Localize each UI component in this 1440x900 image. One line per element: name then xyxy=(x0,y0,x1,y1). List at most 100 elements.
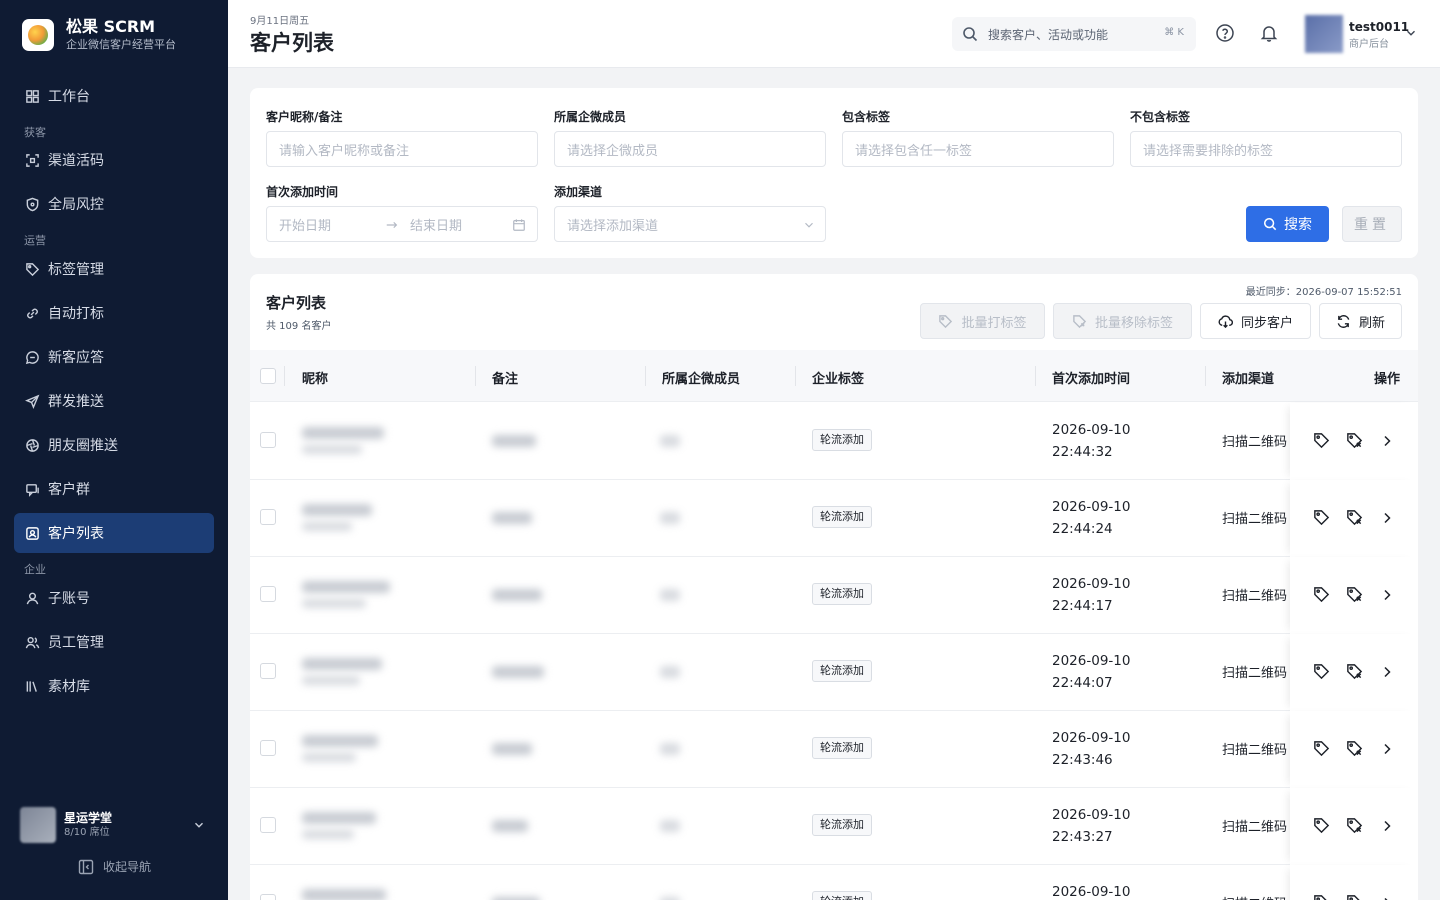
include-tags-select[interactable]: 请选择包含任一标签 xyxy=(842,131,1114,167)
table-row[interactable]: 轮流添加 2026-09-10 22:44:17 扫描二维码 xyxy=(250,557,1418,634)
date-range-picker[interactable]: 开始日期 结束日期 xyxy=(266,206,538,242)
table-row[interactable]: 轮流添加 2026-09-10 22:44:24 扫描二维码 xyxy=(250,480,1418,557)
tag-icon[interactable] xyxy=(1312,508,1331,527)
sidebar-item-risk-control[interactable]: 全局风控 xyxy=(14,184,214,224)
chevron-right-icon[interactable] xyxy=(1379,818,1395,834)
table-row[interactable]: 轮流添加 2026-09-10 22:43:46 扫描二维码 xyxy=(250,711,1418,788)
global-search-input[interactable]: 搜索客户、活动或功能 ⌘ K xyxy=(952,17,1196,51)
sidebar-item-sub-account[interactable]: 子账号 xyxy=(14,578,214,618)
tag-icon[interactable] xyxy=(1312,893,1331,900)
member-select[interactable]: 请选择企微成员 xyxy=(554,131,826,167)
sidebar-item-label: 渠道活码 xyxy=(48,153,104,169)
nickname-sub-redacted xyxy=(302,599,366,608)
enterprise-tag: 轮流添加 xyxy=(812,891,872,900)
chevron-right-icon[interactable] xyxy=(1379,587,1395,603)
row-checkbox[interactable] xyxy=(260,817,276,833)
chevron-right-icon[interactable] xyxy=(1379,510,1395,526)
chevron-right-icon[interactable] xyxy=(1379,433,1395,449)
tag-remove-icon[interactable] xyxy=(1345,431,1364,450)
collapse-nav-button[interactable]: 收起导航 xyxy=(78,858,151,875)
sidebar-item-workbench[interactable]: 工作台 xyxy=(14,76,214,116)
table-row[interactable]: 轮流添加 2026-09-10 22:44:07 扫描二维码 xyxy=(250,634,1418,711)
row-checkbox[interactable] xyxy=(260,663,276,679)
column-header-nickname[interactable]: 昵称 xyxy=(302,368,328,387)
group-chat-icon xyxy=(26,483,39,497)
first-add-date: 2026-09-10 xyxy=(1052,653,1131,669)
add-channel: 扫描二维码 xyxy=(1222,435,1288,450)
tag-icon[interactable] xyxy=(1312,739,1331,758)
column-header-channel[interactable]: 添加渠道 xyxy=(1222,368,1274,387)
column-header-actions: 操作 xyxy=(1374,372,1401,387)
nickname-redacted xyxy=(302,581,390,593)
first-add-time: 2026-09-10 22:44:32 xyxy=(1052,419,1130,463)
select-all-checkbox[interactable] xyxy=(260,368,276,384)
row-checkbox[interactable] xyxy=(260,740,276,756)
tag-icon[interactable] xyxy=(1312,585,1331,604)
row-checkbox[interactable] xyxy=(260,894,276,900)
sidebar-item-label: 全局风控 xyxy=(48,197,104,213)
search-icon xyxy=(1263,217,1277,231)
row-checkbox[interactable] xyxy=(260,509,276,525)
sidebar-item-label: 朋友圈推送 xyxy=(48,438,118,454)
aperture-icon xyxy=(26,438,39,452)
search-button[interactable]: 搜索 xyxy=(1246,206,1329,242)
tag-remove-icon[interactable] xyxy=(1345,739,1364,758)
reset-button[interactable]: 重置 xyxy=(1342,206,1402,242)
sidebar-item-material[interactable]: 素材库 xyxy=(14,666,214,706)
chevron-right-icon[interactable] xyxy=(1379,895,1395,900)
row-actions xyxy=(1290,711,1418,788)
tag-remove-icon[interactable] xyxy=(1345,662,1364,681)
column-header-tags[interactable]: 企业标签 xyxy=(812,368,864,387)
column-header-first-add-time[interactable]: 首次添加时间 xyxy=(1052,368,1130,387)
first-add-date: 2026-09-10 xyxy=(1052,730,1131,746)
tag-remove-icon[interactable] xyxy=(1345,816,1364,835)
sidebar-item-tag-manage[interactable]: 标签管理 xyxy=(14,249,214,289)
table-row[interactable]: 轮流添加 2026-09-10 22:43:27 扫描二维码 xyxy=(250,788,1418,865)
row-checkbox[interactable] xyxy=(260,586,276,602)
sidebar-item-customer-group[interactable]: 客户群 xyxy=(14,469,214,509)
sidebar-item-customer-list[interactable]: 客户列表 xyxy=(14,513,214,553)
filter-label-channel: 添加渠道 xyxy=(554,185,603,199)
table-row[interactable]: 轮流添加 2026-09-10 22:44:32 扫描二维码 xyxy=(250,403,1418,480)
batch-untag-button[interactable]: 批量移除标签 xyxy=(1053,303,1192,339)
tag-icon[interactable] xyxy=(1312,662,1331,681)
sidebar-item-label: 素材库 xyxy=(48,679,90,695)
user-avatar[interactable] xyxy=(1305,15,1343,53)
chevron-down-icon[interactable] xyxy=(1404,26,1418,40)
nickname-input[interactable]: 请输入客户昵称或备注 xyxy=(266,131,538,167)
channel-select[interactable]: 请选择添加渠道 xyxy=(554,206,826,242)
row-checkbox[interactable] xyxy=(260,432,276,448)
sidebar-item-moments-push[interactable]: 朋友圈推送 xyxy=(14,425,214,465)
sync-customers-button[interactable]: 同步客户 xyxy=(1200,303,1311,339)
chevron-right-icon[interactable] xyxy=(1379,741,1395,757)
first-add-time: 2026-09-10 22:43:46 xyxy=(1052,727,1130,771)
first-add-clock: 22:43:27 xyxy=(1052,829,1113,845)
brand[interactable]: 松果 SCRM 企业微信客户经营平台 xyxy=(22,17,176,53)
sidebar-item-new-reply[interactable]: 新客应答 xyxy=(14,337,214,377)
sidebar-item-channel-code[interactable]: 渠道活码 xyxy=(14,140,214,180)
first-add-time: 2026-09-10 22:43:27 xyxy=(1052,804,1130,848)
tag-icon[interactable] xyxy=(1312,431,1331,450)
org-switcher[interactable]: 星运学堂 8/10 席位 xyxy=(20,806,210,844)
table-row[interactable]: 轮流添加 2026-09-10 扫描二维码 xyxy=(250,865,1418,900)
batch-tag-button[interactable]: 批量打标签 xyxy=(920,303,1045,339)
column-header-member[interactable]: 所属企微成员 xyxy=(662,368,740,387)
sidebar-item-auto-tag[interactable]: 自动打标 xyxy=(14,293,214,333)
help-icon[interactable] xyxy=(1215,23,1235,43)
bell-icon[interactable] xyxy=(1259,23,1279,43)
tag-remove-icon[interactable] xyxy=(1345,585,1364,604)
refresh-button[interactable]: 刷新 xyxy=(1319,303,1402,339)
first-add-time: 2026-09-10 22:44:17 xyxy=(1052,573,1130,617)
tag-remove-icon[interactable] xyxy=(1345,508,1364,527)
column-header-remark[interactable]: 备注 xyxy=(492,368,518,387)
tag-icon[interactable] xyxy=(1312,816,1331,835)
exclude-tags-select[interactable]: 请选择需要排除的标签 xyxy=(1130,131,1402,167)
chevron-right-icon[interactable] xyxy=(1379,664,1395,680)
customer-count: 共 109 名客户 xyxy=(266,321,332,332)
filter-label-include-tags: 包含标签 xyxy=(842,110,891,124)
tag-remove-icon[interactable] xyxy=(1345,893,1364,900)
sidebar-item-label: 员工管理 xyxy=(48,635,104,651)
filter-label-first-add-time: 首次添加时间 xyxy=(266,185,339,199)
sidebar-item-staff[interactable]: 员工管理 xyxy=(14,622,214,662)
sidebar-item-mass-push[interactable]: 群发推送 xyxy=(14,381,214,421)
